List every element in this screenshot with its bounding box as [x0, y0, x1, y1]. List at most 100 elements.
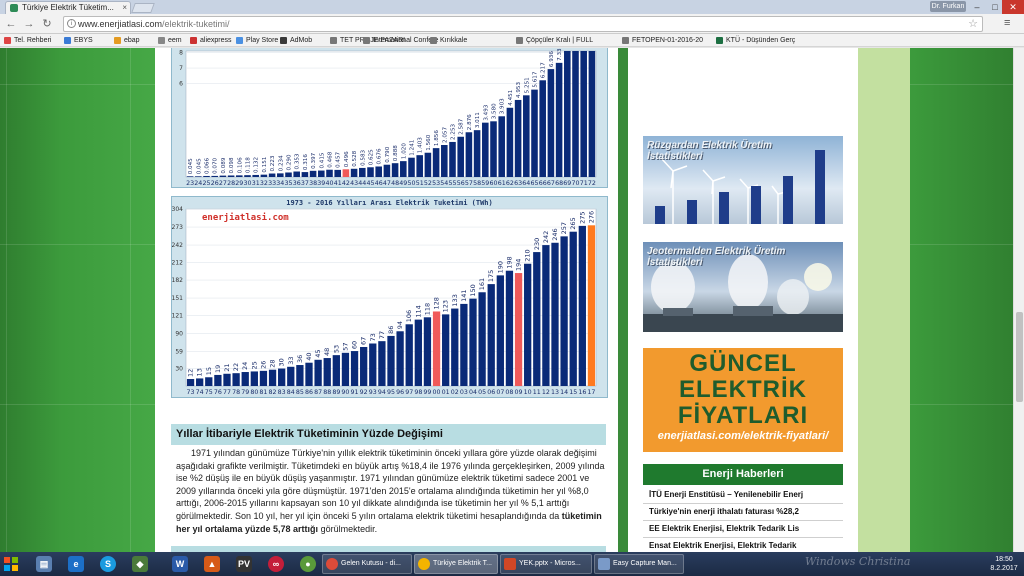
x-tick-label: 33: [268, 180, 276, 187]
x-tick-label: 97: [405, 389, 413, 396]
bookmark-item[interactable]: aliexpress: [190, 35, 232, 46]
price-line-1: GÜNCEL: [689, 350, 797, 377]
pv-app-icon[interactable]: PV: [236, 556, 252, 572]
news-item[interactable]: Ensat Elektrik Enerjisi, Elektrik Tedari…: [643, 538, 843, 552]
x-tick-label: 26: [211, 180, 219, 187]
bar: [505, 270, 514, 386]
close-tab-icon[interactable]: ×: [122, 2, 127, 14]
news-item[interactable]: İTÜ Enerji Enstitüsü – Yenilenebilir Ene…: [643, 487, 843, 504]
bar: [203, 175, 210, 177]
bar: [533, 252, 541, 386]
data-label: 2.253: [451, 123, 457, 139]
wind-stats-banner[interactable]: Rüzgardan Elektrik Üretim İstatistikleri: [643, 136, 843, 224]
browser-menu-icon[interactable]: ≡: [1004, 17, 1010, 29]
x-tick-label: 17: [587, 389, 595, 396]
y-tick-label: 273: [172, 224, 183, 231]
price-line-3: FİYATLARI: [677, 402, 809, 429]
bookmark-item[interactable]: Play Store: [236, 35, 278, 46]
x-tick-label: 95: [387, 389, 395, 396]
price-banner-url: enerjiatlasi.com/elektrik-fiyatlari/: [657, 430, 829, 442]
bar: [350, 168, 358, 177]
data-label: 118: [423, 303, 431, 315]
bookmark-star-icon[interactable]: ☆: [968, 17, 978, 31]
internet-explorer-icon[interactable]: e: [68, 556, 84, 572]
x-tick-label: 75: [205, 389, 213, 396]
bookmark-item[interactable]: Kırıkkale: [430, 35, 467, 46]
profile-button[interactable]: Dr. Furkan: [930, 1, 966, 12]
bookmark-item[interactable]: International Confere: [363, 35, 438, 46]
x-tick-label: 84: [287, 389, 295, 396]
data-label: 1.020: [401, 143, 407, 159]
data-label: 21: [223, 363, 231, 371]
reload-icon[interactable]: ↻: [40, 17, 54, 31]
bookmark-item[interactable]: EBYS: [64, 35, 93, 46]
data-label: 25: [250, 361, 258, 369]
news-item[interactable]: EE Elektrik Enerjisi, Elektrik Tedarik L…: [643, 521, 843, 538]
data-label: 0.676: [377, 148, 383, 164]
bookmark-item[interactable]: ebap: [114, 35, 140, 46]
bookmark-item[interactable]: FETOPEN-01-2016-20: [622, 35, 703, 46]
file-manager-icon[interactable]: ▤: [36, 556, 52, 572]
bookmark-favicon-icon: [4, 37, 11, 44]
data-label: 0.118: [246, 157, 252, 173]
taskbar-window-browser[interactable]: Türkiye Elektrik T...: [414, 554, 498, 574]
x-tick-label: 04: [469, 389, 477, 396]
x-tick-label: 99: [423, 389, 431, 396]
geothermal-stats-banner[interactable]: Jeotermalden Elektrik Üretim İstatistikl…: [643, 242, 843, 332]
bookmark-favicon-icon: [622, 37, 629, 44]
taskbar-window-mail[interactable]: Gelen Kutusu - di...: [322, 554, 412, 574]
word-icon[interactable]: W: [172, 556, 188, 572]
data-label: 0.496: [344, 151, 350, 167]
scrollbar-thumb[interactable]: [1016, 312, 1023, 402]
x-tick-label: 28: [227, 180, 235, 187]
media-app-icon[interactable]: ∞: [268, 556, 284, 572]
electricity-prices-banner[interactable]: GÜNCEL ELEKTRİK FİYATLARI enerjiatlasi.c…: [643, 348, 843, 452]
bookmark-favicon-icon: [330, 37, 337, 44]
background-left-pattern: [0, 48, 155, 552]
bar: [432, 148, 440, 177]
tab-active[interactable]: Türkiye Elektrik Tüketim... ×: [5, 1, 131, 14]
taskbar-window-capture[interactable]: Easy Capture Man...: [594, 554, 684, 574]
data-label: 0.234: [278, 155, 284, 171]
bookmark-item[interactable]: eem: [158, 35, 182, 46]
x-tick-label: 72: [588, 180, 596, 187]
bar: [252, 174, 259, 177]
new-tab-button[interactable]: [131, 3, 155, 13]
skype-icon[interactable]: S: [100, 556, 116, 572]
news-item[interactable]: Türkiye'nin enerji ithalatı faturası %28…: [643, 504, 843, 521]
bookmark-item[interactable]: KTÜ - Düşünden Gerç: [716, 35, 795, 46]
page-scrollbar[interactable]: [1013, 48, 1024, 552]
bar: [360, 346, 368, 386]
taskbar-window-powerpoint[interactable]: YEK.pptx - Micros...: [500, 554, 592, 574]
x-tick-label: 76: [214, 389, 222, 396]
windows-start-icon[interactable]: [4, 557, 18, 571]
address-bar[interactable]: i www.enerjiatlasi.com/elektrik-tuketimi…: [63, 16, 983, 32]
taskbar-window-label: Easy Capture Man...: [613, 560, 677, 567]
close-window-icon[interactable]: ✕: [1002, 0, 1024, 14]
utility-icon[interactable]: ●: [300, 556, 316, 572]
data-label: 0.888: [393, 145, 399, 161]
forward-icon[interactable]: →: [22, 17, 36, 31]
bar: [326, 169, 333, 177]
bar: [186, 379, 195, 386]
x-tick-label: 69: [563, 180, 571, 187]
app-icon[interactable]: ◆: [132, 556, 148, 572]
x-tick-label: 31: [252, 180, 260, 187]
data-label: 198: [505, 256, 513, 268]
bookmark-item[interactable]: AdMob: [280, 35, 312, 46]
data-label: 4.953: [516, 81, 522, 97]
bookmark-item[interactable]: Çöpçüler Kralı | FULL: [516, 35, 593, 46]
y-tick-label: 90: [175, 331, 183, 338]
matlab-icon[interactable]: ▲: [204, 556, 220, 572]
minimize-icon[interactable]: –: [968, 0, 986, 14]
data-label: 3.580: [492, 103, 498, 119]
bookmark-item[interactable]: Tel. Rehberi: [4, 35, 51, 46]
data-label: 7.338: [557, 48, 563, 61]
bar: [514, 273, 523, 386]
paragraph-end: görülmektedir.: [318, 523, 378, 534]
site-info-icon[interactable]: i: [67, 19, 76, 28]
bar: [449, 141, 456, 177]
system-clock[interactable]: 18:50 8.2.2017: [986, 555, 1022, 573]
back-icon[interactable]: ←: [4, 17, 18, 31]
x-tick-label: 38: [309, 180, 317, 187]
